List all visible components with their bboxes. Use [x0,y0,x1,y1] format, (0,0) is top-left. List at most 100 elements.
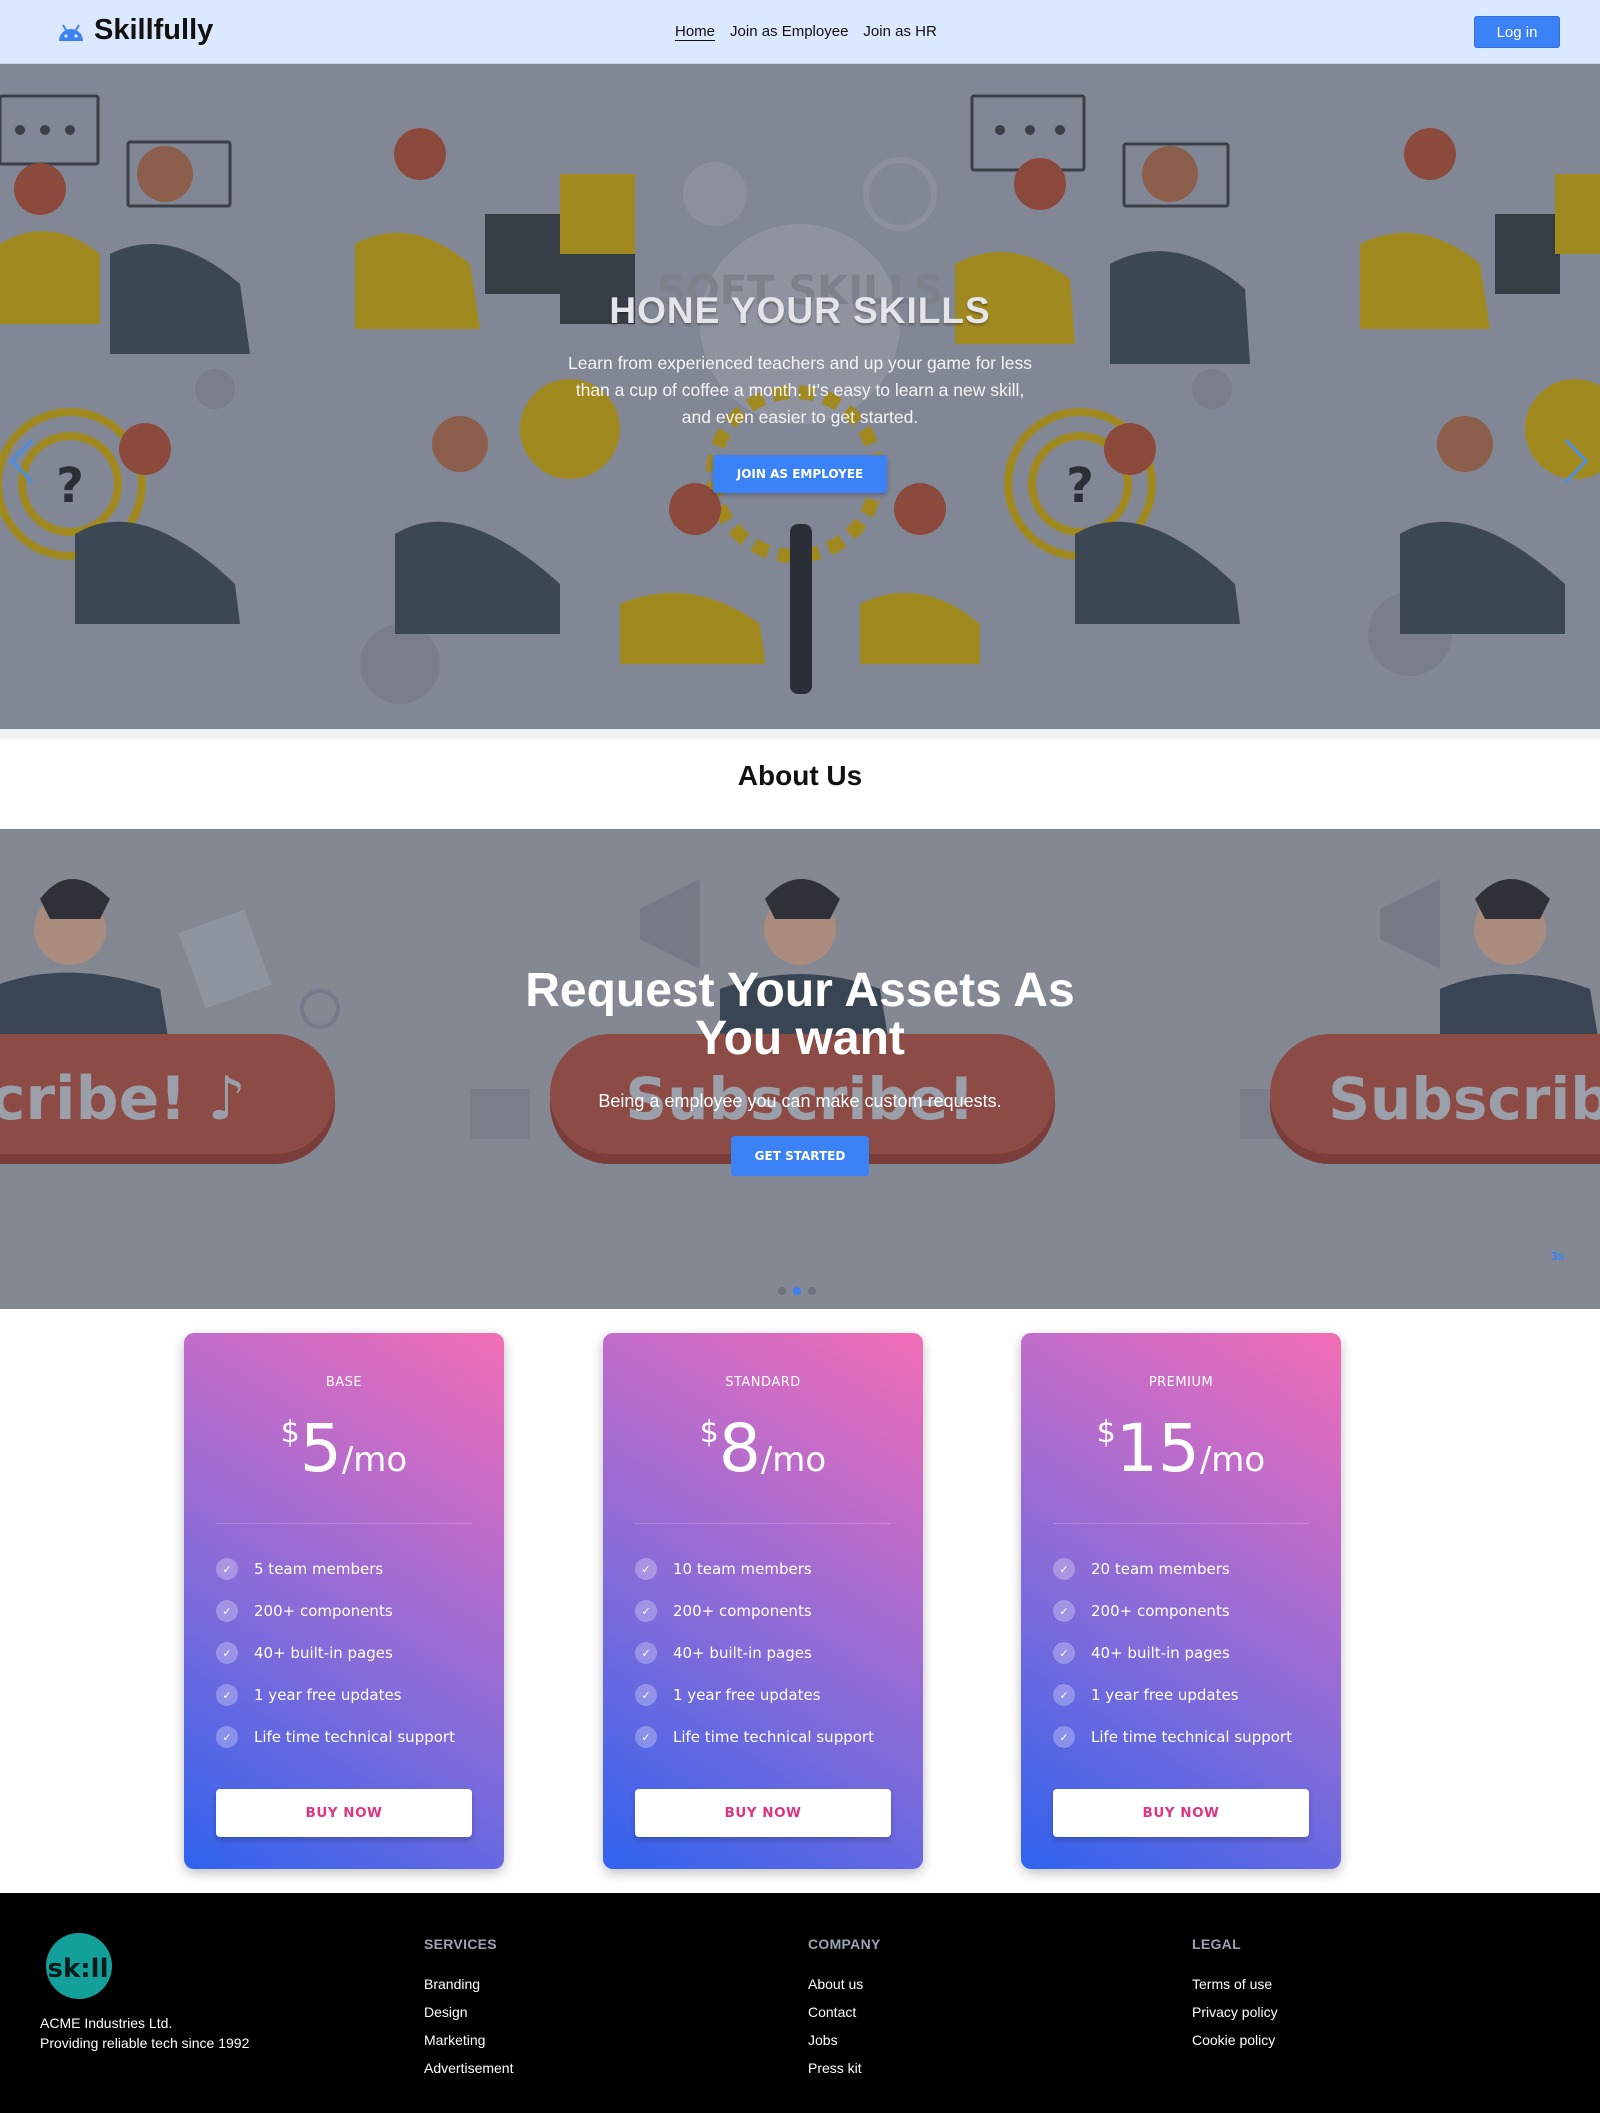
feature-item: ✓ 5 team members [216,1548,455,1590]
feature-list: ✓ 20 team members ✓ 200+ components ✓ 40+ b… [1053,1548,1292,1758]
check-icon: ✓ [635,1726,657,1748]
footer-company: ACME Industries Ltd. Providing reliable … [40,2013,249,2053]
nav-link-home[interactable]: Home [675,23,716,41]
buy-now-button-base[interactable]: BUY NOW [216,1789,472,1837]
hero-carousel: ? ? SOFT SKILLS HONE YOUR SKILLS Learn f… [0,64,1600,729]
feature-text: Life time technical support [1091,1728,1292,1746]
feature-text: 10 team members [673,1560,812,1578]
feature-text: 200+ components [673,1602,812,1620]
footer-services: SERVICES Branding Design Marketing Adver… [424,1936,513,2082]
hero-title: HONE YOUR SKILLS [609,290,991,331]
feature-text: 1 year free updates [673,1686,821,1704]
feature-text: 1 year free updates [254,1686,402,1704]
feature-item: ✓ 200+ components [216,1590,455,1632]
feature-item: ✓ 1 year free updates [216,1674,455,1716]
hero-divider [0,729,1600,739]
footer-link-privacy[interactable]: Privacy policy [1192,1998,1278,2026]
currency-symbol: $ [1096,1415,1116,1450]
pricing-card-base: BASE $5/mo ✓ 5 team members ✓ 200+ compone… [184,1333,504,1869]
footer-link-press-kit[interactable]: Press kit [808,2054,881,2082]
check-icon: ✓ [216,1558,238,1580]
join-as-employee-button[interactable]: JOIN AS EMPLOYEE [712,455,888,493]
feature-text: 5 team members [254,1560,384,1578]
price-amount: 15 [1115,1410,1200,1487]
plan-name: PREMIUM [1148,1375,1214,1390]
footer-link-advertisement[interactable]: Advertisement [424,2054,513,2082]
assets-content: Request Your Assets As You want Being a … [500,967,1100,1176]
carousel-dot[interactable] [808,1287,816,1295]
footer-link-design[interactable]: Design [424,1998,513,2026]
feature-text: 40+ built-in pages [254,1644,393,1662]
footer-heading: COMPANY [808,1936,881,1952]
plan-name: STANDARD [725,1375,801,1390]
carousel-dot-active[interactable] [793,1287,801,1295]
footer-heading: LEGAL [1192,1936,1241,1952]
footer-heading: SERVICES [424,1936,497,1952]
card-divider [635,1523,891,1524]
check-icon: ✓ [1053,1726,1075,1748]
pricing-card-standard: STANDARD $8/mo ✓ 10 team members ✓ 200+ co… [603,1333,923,1869]
carousel-prev-icon[interactable] [8,436,36,486]
navbar: Skillfully Home Join as Employee Join as… [0,0,1600,64]
card-divider [1053,1523,1309,1524]
feature-item: ✓ Life time technical support [635,1716,874,1758]
hero-text: Learn from experienced teachers and up y… [567,353,1032,427]
nav-link-join-employee[interactable]: Join as Employee [730,23,848,41]
check-icon: ✓ [1053,1642,1075,1664]
footer-link-about[interactable]: About us [808,1970,881,1998]
price-amount: 5 [299,1410,342,1487]
footer-logo[interactable]: sk:ll [44,1933,114,2003]
price-period: /mo [1199,1440,1266,1480]
assets-title: Request Your Assets As You want [525,964,1075,1065]
feature-text: 200+ components [1091,1602,1230,1620]
footer-link-branding[interactable]: Branding [424,1970,513,1998]
feature-item: ✓ 40+ built-in pages [635,1632,874,1674]
currency-symbol: $ [280,1415,300,1450]
card-divider [216,1523,472,1524]
price-period: /mo [341,1440,408,1480]
footer-link-jobs[interactable]: Jobs [808,2026,881,2054]
buy-now-button-premium[interactable]: BUY NOW [1053,1789,1309,1837]
plan-name: BASE [325,1375,363,1390]
about-title: About Us [737,760,863,791]
feature-text: 200+ components [254,1602,393,1620]
feature-text: 20 team members [1091,1560,1230,1578]
plan-price: $5/mo [184,1413,504,1485]
feature-item: ✓ 10 team members [635,1548,874,1590]
feature-list: ✓ 10 team members ✓ 200+ components ✓ 40+ b… [635,1548,874,1758]
feature-list: ✓ 5 team members ✓ 200+ components ✓ 40+ bu… [216,1548,455,1758]
assets-carousel: scribe! ♪ Subscribe! Subscrib Request Yo… [0,829,1600,1309]
check-icon: ✓ [216,1600,238,1622]
check-icon: ✓ [1053,1558,1075,1580]
footer-company-links: COMPANY About us Contact Jobs Press kit [808,1936,881,2082]
check-icon: ✓ [216,1726,238,1748]
footer-link-cookie[interactable]: Cookie policy [1192,2026,1278,2054]
footer-link-contact[interactable]: Contact [808,1998,881,2026]
assets-text: Being a employee you can make custom req… [598,1091,1002,1111]
check-icon: ✓ [1053,1684,1075,1706]
nav-link-join-hr[interactable]: Join as HR [863,23,936,41]
footer-link-marketing[interactable]: Marketing [424,2026,513,2054]
feature-text: 40+ built-in pages [673,1644,812,1662]
android-icon [59,23,83,41]
check-icon: ✓ [635,1600,657,1622]
carousel-dot[interactable] [778,1287,786,1295]
feature-item: ✓ 200+ components [1053,1590,1292,1632]
company-tagline: Providing reliable tech since 1992 [40,2035,250,2051]
buy-now-button-standard[interactable]: BUY NOW [635,1789,891,1837]
brand-name: Skillfully [94,14,214,46]
brand[interactable]: Skillfully [56,14,213,47]
login-button[interactable]: Log in [1474,16,1560,48]
main-nav: Home Join as Employee Join as HR [675,23,937,41]
get-started-button[interactable]: GET STARTED [730,1136,870,1176]
pricing-card-premium: PREMIUM $15/mo ✓ 20 team members ✓ 200+ co… [1021,1333,1341,1869]
svg-text:?: ? [1066,458,1094,514]
feature-item: ✓ Life time technical support [216,1716,455,1758]
footer-logo-text: sk:ll [48,1954,109,1984]
footer-link-terms[interactable]: Terms of use [1192,1970,1278,1998]
svg-text:Subscrib: Subscrib [1328,1065,1600,1133]
svg-text:scribe! ♪: scribe! ♪ [0,1064,246,1134]
check-icon: ✓ [635,1642,657,1664]
feature-item: ✓ 1 year free updates [1053,1674,1292,1716]
carousel-next-icon[interactable] [1562,436,1590,486]
